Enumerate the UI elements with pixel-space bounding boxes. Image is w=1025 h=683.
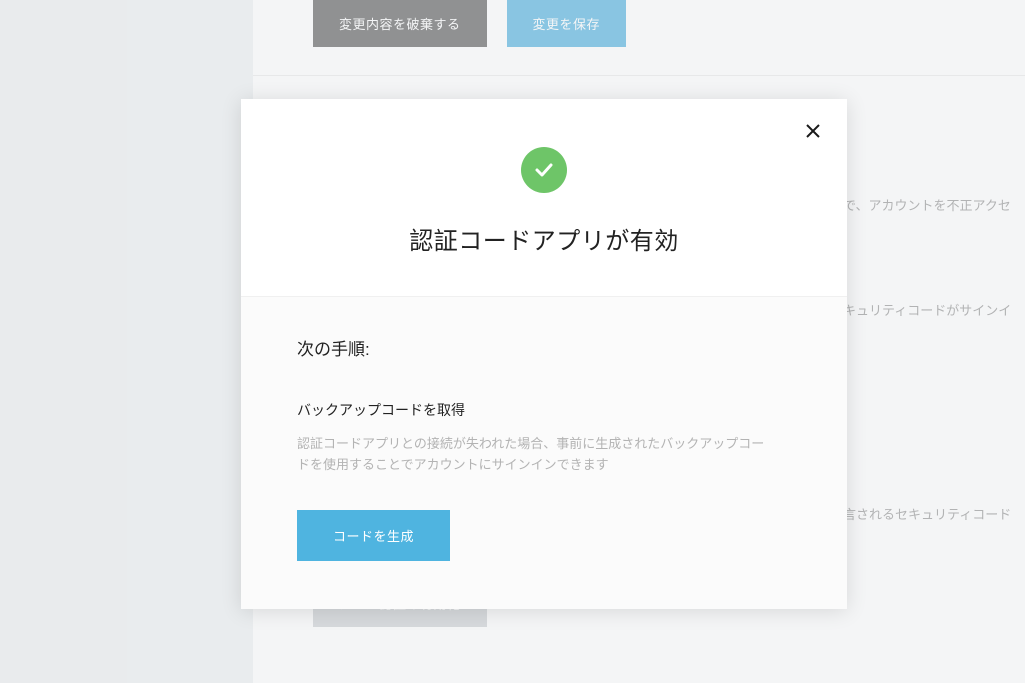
modal-header: 認証コードアプリが有効 bbox=[241, 99, 847, 296]
auth-enabled-modal: 認証コードアプリが有効 次の手順: バックアップコードを取得 認証コードアプリと… bbox=[241, 99, 847, 609]
next-steps-heading: 次の手順: bbox=[297, 335, 791, 360]
close-icon bbox=[805, 122, 821, 145]
backup-code-heading: バックアップコードを取得 bbox=[297, 400, 791, 420]
generate-code-button[interactable]: コードを生成 bbox=[297, 510, 450, 561]
success-check-icon bbox=[521, 147, 567, 193]
backup-code-description: 認証コードアプリとの接続が失われた場合、事前に生成されたバックアップコードを使用… bbox=[297, 434, 777, 476]
close-button[interactable] bbox=[799, 119, 827, 147]
modal-title: 認証コードアプリが有効 bbox=[281, 221, 807, 256]
modal-body: 次の手順: バックアップコードを取得 認証コードアプリとの接続が失われた場合、事… bbox=[241, 296, 847, 609]
